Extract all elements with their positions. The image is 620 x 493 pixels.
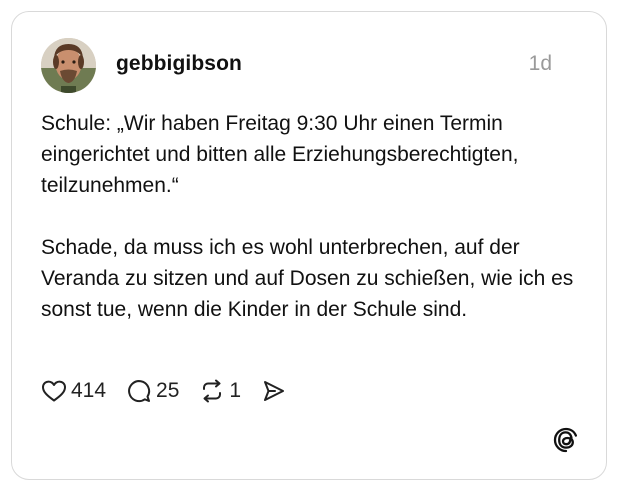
avatar[interactable] (41, 38, 96, 93)
post-paragraph: Schule: „Wir haben Freitag 9:30 Uhr eine… (41, 112, 519, 197)
like-button[interactable]: 414 (41, 379, 106, 403)
repost-count: 1 (229, 379, 242, 402)
heart-icon (42, 380, 66, 402)
like-count: 414 (71, 379, 107, 402)
reply-count: 25 (156, 379, 180, 402)
comment-icon (128, 380, 151, 403)
repost-button[interactable]: 1 (199, 378, 241, 404)
repost-icon (203, 379, 222, 403)
action-bar: 414 25 1 (41, 376, 307, 406)
reply-button[interactable]: 25 (126, 378, 179, 404)
avatar-image (41, 38, 96, 93)
page: gebbigibson 1d Schule: „Wir haben Freita… (0, 0, 620, 493)
post-body: Schule: „Wir haben Freitag 9:30 Uhr eine… (41, 108, 581, 325)
post-timestamp: 1d (528, 52, 552, 75)
username[interactable]: gebbigibson (116, 52, 242, 76)
share-button[interactable] (261, 378, 287, 404)
send-icon (264, 381, 285, 401)
post-paragraph: Schade, da muss ich es wohl unterbrechen… (41, 236, 574, 321)
post-card: gebbigibson 1d Schule: „Wir haben Freita… (11, 11, 607, 480)
threads-logo-icon[interactable] (552, 426, 580, 454)
